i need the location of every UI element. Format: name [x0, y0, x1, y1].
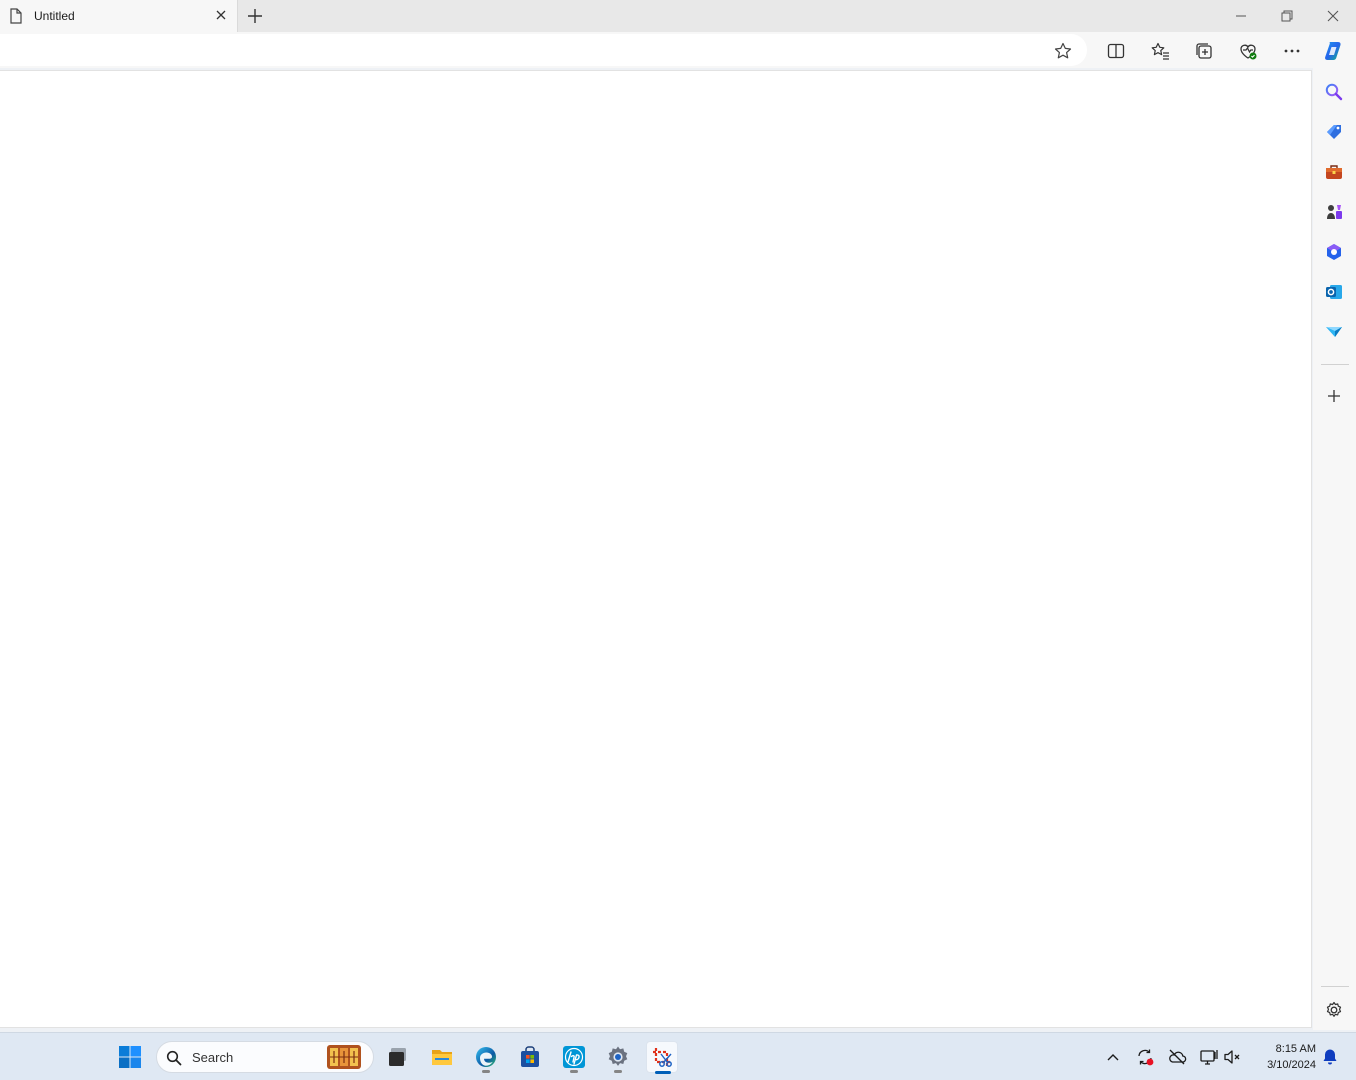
edge-button[interactable]: [470, 1041, 502, 1073]
clock-time: 8:15 AM: [1275, 1043, 1316, 1055]
chevron-up-icon[interactable]: [1103, 1047, 1123, 1067]
microsoft-365-icon[interactable]: [1324, 242, 1344, 262]
address-bar[interactable]: [0, 34, 1087, 66]
page-icon: [10, 8, 22, 24]
file-explorer-button[interactable]: [426, 1041, 458, 1073]
network-icon[interactable]: [1199, 1047, 1219, 1067]
restore-button[interactable]: [1279, 8, 1295, 24]
task-view-button[interactable]: [382, 1041, 414, 1073]
microsoft-store-button[interactable]: [514, 1041, 546, 1073]
edge-sidebar: [1313, 68, 1356, 1030]
split-screen-icon[interactable]: [1106, 41, 1126, 61]
sidebar-divider: [1321, 986, 1349, 987]
close-window-button[interactable]: [1325, 8, 1341, 24]
settings-icon: [608, 1046, 628, 1066]
sidebar-divider: [1321, 364, 1349, 365]
drop-icon[interactable]: [1324, 322, 1344, 342]
microsoft-store-icon: [521, 1046, 539, 1067]
hp-button[interactable]: [558, 1041, 590, 1073]
star-icon[interactable]: [1053, 41, 1073, 61]
more-icon[interactable]: [1282, 41, 1302, 61]
shopping-icon[interactable]: [1324, 122, 1344, 142]
favorites-icon[interactable]: [1150, 41, 1170, 61]
windows-start-icon[interactable]: [118, 1045, 142, 1069]
search-highlight-image: [327, 1045, 361, 1069]
outlook-icon[interactable]: [1324, 282, 1344, 302]
hp-icon: [563, 1046, 585, 1068]
browser-essentials-icon[interactable]: [1238, 41, 1258, 61]
system-clock[interactable]: 8:15 AM 3/10/2024: [1252, 1041, 1316, 1073]
task-view-icon: [389, 1048, 406, 1066]
snipping-tool-icon: [653, 1048, 672, 1067]
tab-title: Untitled: [34, 9, 75, 23]
search-icon: [166, 1050, 182, 1066]
running-indicator: [614, 1070, 622, 1073]
tab-untitled[interactable]: Untitled: [0, 0, 238, 33]
minimize-button[interactable]: [1233, 8, 1249, 24]
onedrive-icon[interactable]: [1167, 1047, 1187, 1067]
volume-muted-icon[interactable]: [1223, 1047, 1243, 1067]
taskbar: Search 8:15 AM 3/10/2024: [0, 1032, 1356, 1080]
snipping-tool-button[interactable]: [646, 1041, 678, 1074]
settings-button[interactable]: [602, 1041, 634, 1073]
running-indicator: [570, 1070, 578, 1073]
clock-date: 3/10/2024: [1267, 1059, 1316, 1071]
file-explorer-icon: [432, 1050, 452, 1065]
running-indicator: [482, 1070, 490, 1073]
active-indicator: [655, 1071, 671, 1074]
close-tab-icon[interactable]: [214, 8, 228, 22]
tab-strip: Untitled: [0, 0, 1356, 33]
notification-bell-icon[interactable]: [1320, 1047, 1340, 1067]
edge-icon: [476, 1047, 496, 1067]
tools-icon[interactable]: [1324, 162, 1344, 182]
add-icon[interactable]: [1324, 386, 1344, 406]
search-icon[interactable]: [1324, 82, 1344, 102]
sync-icon[interactable]: [1135, 1047, 1155, 1067]
copilot-icon[interactable]: [1322, 39, 1346, 63]
new-tab-button[interactable]: [245, 6, 265, 26]
search-placeholder: Search: [192, 1050, 234, 1065]
games-icon[interactable]: [1324, 202, 1344, 222]
browser-toolbar: [0, 32, 1356, 68]
page-content[interactable]: [0, 70, 1312, 1028]
settings-icon[interactable]: [1324, 1000, 1344, 1020]
collections-icon[interactable]: [1194, 41, 1214, 61]
taskbar-search[interactable]: Search: [156, 1041, 374, 1073]
